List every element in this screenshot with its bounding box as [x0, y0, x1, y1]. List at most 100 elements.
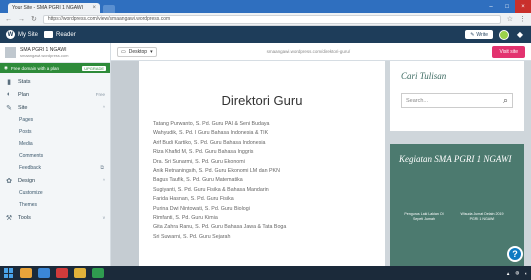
file-explorer-icon[interactable]	[20, 268, 32, 278]
external-link-icon: ⧉	[100, 165, 104, 171]
site-edit-icon: ✎	[6, 104, 12, 112]
search-icon[interactable]: ⌕	[503, 95, 508, 106]
sidebar-item-plan[interactable]: ◐ Plan Free	[0, 88, 110, 101]
list-item: Purina Dwi Nintowati, S. Pd. Guru Biolog…	[153, 205, 250, 212]
write-label: Write	[476, 31, 488, 38]
address-bar: ← → ↻ https://wordpress.com/view/smaanga…	[0, 13, 531, 26]
list-item: Tatang Purwanto, S. Pd. Guru PAI & Seni …	[153, 121, 270, 127]
app-icon[interactable]	[92, 268, 104, 278]
tray-icon[interactable]: ▲	[506, 271, 510, 276]
avatar[interactable]	[499, 29, 509, 40]
os-taskbar: ▲ ◍ ◖	[0, 266, 531, 280]
kegiatan-widget: Kegiatan SMA PGRI 1 NGAWI Pengurus Laki …	[390, 144, 524, 280]
sidebar-item-stats[interactable]: ▮ Stats	[0, 75, 110, 88]
desktop-icon: ▭	[121, 48, 126, 55]
list-item: Dra. Sri Sunarmi, S. Pd. Guru Ekonomi	[153, 158, 245, 165]
star-icon[interactable]: ☆	[507, 15, 513, 23]
site-url: smaangawi.wordpress.com	[20, 53, 69, 58]
sidebar-subitem-feedback[interactable]: Feedback ⧉	[0, 162, 110, 174]
search-input[interactable]: Search... ⌕	[401, 93, 513, 108]
start-icon[interactable]	[4, 268, 14, 278]
reload-icon[interactable]: ↻	[31, 15, 37, 23]
kegiatan-thumb-caption[interactable]: Pengurus Laki Lakian OI Sepeti Jumah	[399, 212, 449, 222]
list-item: Sugiyanti, S. Pd. Guru Fisika & Bahasa M…	[153, 186, 269, 193]
free-domain-promo[interactable]: ◉ Free domain with a plan UPGRADE	[0, 63, 110, 73]
list-item: Riza Khafid M, S. Pd. Guru Bahasa Inggri…	[153, 149, 254, 156]
design-icon: ✿	[6, 177, 12, 185]
sidebar-subitem-comments[interactable]: Comments	[0, 150, 110, 162]
chevron-up-icon: ^	[102, 178, 105, 183]
list-item: Sri Suwarni, S. Pd. Guru Sejarah	[153, 233, 231, 240]
close-window-icon[interactable]: ×	[515, 0, 531, 13]
reader-button[interactable]: Reader	[44, 31, 76, 38]
sidebar-subitem-media[interactable]: Media	[0, 138, 110, 150]
site-card[interactable]: SMA PGRI 1 NGAWI smaangawi.wordpress.com	[0, 43, 110, 63]
chevron-up-icon: ^	[102, 105, 105, 110]
stats-icon: ▮	[7, 78, 11, 86]
search-widget-title: Cari Tulisan	[401, 71, 447, 81]
menu-icon[interactable]: ⋮	[519, 15, 526, 23]
browser-tab-bar: Your Site - SMA PGRI 1 NGAWI × – □ ×	[0, 0, 531, 13]
maximize-icon[interactable]: □	[499, 0, 515, 13]
tools-icon: ⚒	[5, 214, 13, 222]
kegiatan-thumb-caption[interactable]: Wisuda Jumat Delain 2019 PGRI 1 NGAWI	[457, 212, 507, 222]
reader-label: Reader	[56, 31, 76, 38]
preview-background	[111, 61, 139, 280]
page-title: Direktori Guru	[221, 93, 303, 108]
teacher-list: Tatang Purwanto, S. Pd. Guru PAI & Seni …	[139, 120, 385, 242]
minimize-icon[interactable]: –	[483, 0, 499, 13]
browser-tab[interactable]: Your Site - SMA PGRI 1 NGAWI ×	[8, 3, 100, 13]
device-selector[interactable]: ▭ Desktop ▾	[117, 46, 157, 57]
help-icon[interactable]: ?	[507, 246, 523, 262]
list-item: Arif Budi Kartiko, S. Pd. Guru Bahasa In…	[153, 139, 266, 146]
reader-icon	[44, 31, 54, 38]
plan-icon: ◐	[6, 91, 12, 98]
volume-icon[interactable]: ◖	[524, 271, 527, 276]
sidebar-item-label: Plan	[18, 91, 30, 98]
sidebar-item-label: Tools	[18, 214, 31, 221]
sidebar-item-design[interactable]: ✿ Design ^	[0, 174, 110, 187]
promo-text: Free domain with a plan	[10, 65, 59, 71]
url-field[interactable]: https://wordpress.com/view/smaangawi.wor…	[42, 14, 501, 24]
tab-title: Your Site - SMA PGRI 1 NGAWI	[12, 5, 84, 11]
site-icon	[5, 47, 16, 58]
wp-admin-bar: W My Site Reader ✎ Write ◆	[0, 26, 531, 43]
sidebar-subitem-posts[interactable]: Posts	[0, 126, 110, 138]
write-button[interactable]: ✎ Write	[465, 30, 493, 39]
widget-column: Cari Tulisan Search... ⌕ Kegiatan SMA PG…	[390, 61, 524, 280]
list-item: Bagus Taufik, S. Pd. Guru Matematika	[153, 177, 243, 184]
close-tab-icon[interactable]: ×	[92, 5, 96, 11]
preview-url: smaangawi.wordpress.com/direktori-guru/	[266, 49, 351, 54]
sidebar-item-site[interactable]: ✎ Site ^	[0, 101, 110, 114]
back-icon[interactable]: ←	[5, 16, 12, 23]
app-icon[interactable]	[56, 268, 68, 278]
url-text: https://wordpress.com/view/smaangawi.wor…	[47, 16, 171, 22]
forward-icon[interactable]: →	[18, 16, 25, 23]
upgrade-button[interactable]: UPGRADE	[82, 65, 106, 71]
my-site-button[interactable]: W My Site	[6, 30, 38, 39]
sidebar-item-tools[interactable]: ⚒ Tools v	[0, 211, 110, 224]
plan-badge: Free	[95, 92, 105, 97]
site-preview: Direktori Guru Tatang Purwanto, S. Pd. G…	[111, 61, 531, 280]
my-site-label: My Site	[18, 31, 39, 38]
sidebar-item-label: Design	[18, 177, 36, 184]
search-placeholder: Search...	[406, 97, 429, 104]
browser-icon[interactable]	[38, 268, 50, 278]
visit-site-button[interactable]: Visit site	[492, 45, 525, 58]
app-icon[interactable]	[74, 268, 86, 278]
new-tab-button[interactable]	[103, 5, 115, 13]
page-content: Direktori Guru Tatang Purwanto, S. Pd. G…	[139, 61, 385, 280]
device-label: Desktop	[128, 48, 148, 55]
sidebar-subitem-themes[interactable]: Themes	[0, 199, 110, 211]
sidebar-subitem-pages[interactable]: Pages	[0, 114, 110, 126]
notifications-icon[interactable]: ◆	[515, 30, 525, 40]
kegiatan-thumbnails: Pengurus Laki Lakian OI Sepeti Jumah Wis…	[399, 212, 515, 222]
sidebar-item-label: Site	[18, 104, 28, 111]
window-controls: – □ ×	[483, 0, 531, 13]
sidebar-subitem-customize[interactable]: Customize	[0, 187, 110, 199]
sidebar-menu: ▮ Stats ◐ Plan Free ✎ Site ^ Pages Posts…	[0, 73, 110, 224]
chevron-down-icon: v	[102, 215, 105, 220]
kegiatan-widget-title: Kegiatan SMA PGRI 1 NGAWI	[399, 154, 512, 164]
network-icon[interactable]: ◍	[515, 270, 519, 276]
list-item: Anik Retnaningsih, S. Pd. Guru Ekonomi L…	[153, 167, 280, 174]
